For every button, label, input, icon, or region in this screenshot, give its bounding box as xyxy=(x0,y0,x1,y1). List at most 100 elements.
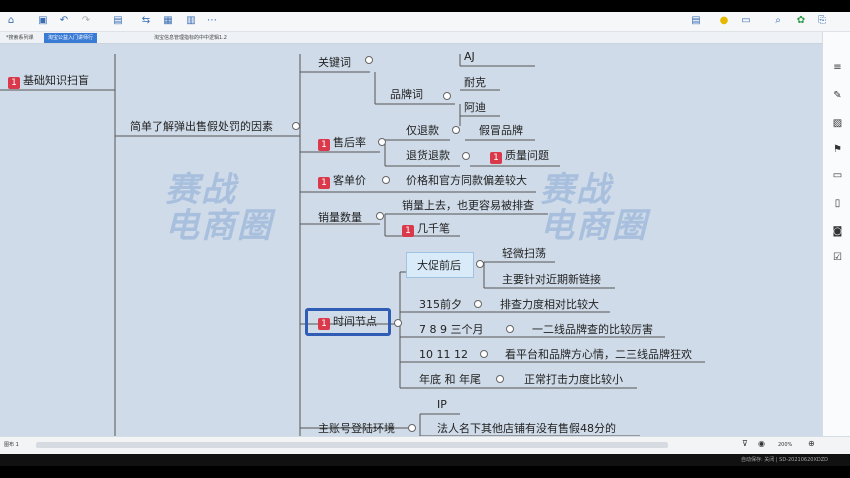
share-icon[interactable]: ✿ xyxy=(795,15,807,27)
node-big-promo[interactable]: 大促前后 xyxy=(417,259,461,273)
status-bar: 图布 1 ⊽ ◉ 200% ⊕ xyxy=(0,436,850,454)
collapse-handle[interactable] xyxy=(462,152,470,160)
export-file-icon[interactable]: ⎘ xyxy=(816,15,828,27)
node-nike[interactable]: 耐克 xyxy=(464,76,486,90)
quality-issue-label: 质量问题 xyxy=(505,149,549,162)
collapse-handle[interactable] xyxy=(376,212,384,220)
collapse-handle[interactable] xyxy=(480,350,488,358)
node-789-desc[interactable]: 一二线品牌查的比较厉害 xyxy=(532,323,653,337)
priority-badge: 1 xyxy=(490,152,502,164)
node-keyword[interactable]: 关键词 xyxy=(318,56,351,70)
node-light-sweep[interactable]: 轻微扫荡 xyxy=(502,247,546,261)
node-adidas[interactable]: 阿迪 xyxy=(464,101,486,115)
view-icon[interactable]: ◉ xyxy=(758,439,765,448)
tab-logic[interactable]: 淘宝信息管理指标的中中逻辑1.2 xyxy=(150,33,231,43)
more-icon[interactable]: ⋯ xyxy=(206,15,218,27)
node-sales-up[interactable]: 销量上去，也更容易被排查 xyxy=(402,199,534,213)
collapse-handle[interactable] xyxy=(452,126,460,134)
collapse-handle[interactable] xyxy=(474,300,482,308)
collapse-handle[interactable] xyxy=(292,122,300,130)
redo-icon[interactable]: ↷ xyxy=(80,15,92,27)
node-315[interactable]: 315前夕 xyxy=(419,298,462,312)
collapse-handle[interactable] xyxy=(394,319,402,327)
flag-icon[interactable]: ⚑ xyxy=(832,144,843,155)
task-icon[interactable]: ☑ xyxy=(832,252,843,263)
autosave-status: 自动保存: 关闭 | SD-20210620XDZD xyxy=(741,457,828,463)
collapse-handle[interactable] xyxy=(365,56,373,64)
node-price-gap[interactable]: 价格和官方同款偏差较大 xyxy=(406,174,527,188)
time-node-label: 时间节点 xyxy=(333,315,377,328)
node-new-links[interactable]: 主要针对近期新链接 xyxy=(502,273,601,287)
export-icon[interactable]: ▥ xyxy=(185,15,197,27)
style-icon[interactable]: ▤ xyxy=(690,15,702,27)
collapse-handle[interactable] xyxy=(378,138,386,146)
mindmap-canvas[interactable]: 赛战 电商圈 赛战 电商圈 1 基础知识扫盲 简单了解弹出售假处罚的因素 关键词 AJ… xyxy=(0,44,822,436)
undo-icon[interactable]: ↶ xyxy=(58,15,70,27)
collapse-handle[interactable] xyxy=(408,424,416,432)
swap-icon[interactable]: ⇆ xyxy=(140,15,152,27)
left-root-label: 基础知识扫盲 xyxy=(23,74,89,87)
node-aj[interactable]: AJ xyxy=(464,50,475,64)
node-315-desc[interactable]: 排查力度相对比较大 xyxy=(500,298,599,312)
node-ip[interactable]: IP xyxy=(437,398,447,412)
zoom-level[interactable]: 200% xyxy=(778,442,792,448)
node-after-sales[interactable]: 1 售后率 xyxy=(318,136,366,151)
toolbar: ⌂ ▣ ↶ ↷ ▤ ⇆ ▦ ▥ ⋯ ▤ ● ▭ ⌕ ✿ ⎘ xyxy=(0,12,850,32)
fit-icon[interactable]: ⊕ xyxy=(808,439,815,448)
filter-icon[interactable]: ⊽ xyxy=(742,439,748,448)
tab-bar: *搜索系列课 淘宝公益入门讲师行 淘宝信息管理指标的中中逻辑1.2 xyxy=(0,32,850,44)
right-side-panel: ≡ ✎ ▨ ⚑ ▭ ▯ ◙ ☑ xyxy=(822,32,850,436)
tab-search-series[interactable]: *搜索系列课 xyxy=(2,33,38,43)
node-return-refund[interactable]: 退货退款 xyxy=(406,149,450,163)
node-thousands[interactable]: 1 几千笔 xyxy=(402,222,450,237)
priority-badge: 1 xyxy=(318,139,330,151)
node-brand-word[interactable]: 品牌词 xyxy=(390,88,423,102)
sheet-label[interactable]: 图布 1 xyxy=(4,441,19,448)
idea-icon[interactable]: ● xyxy=(718,15,730,27)
node-789[interactable]: 7 8 9 三个月 xyxy=(419,323,484,337)
brush-icon[interactable]: ✎ xyxy=(832,90,843,101)
format-icon[interactable]: ▤ xyxy=(112,15,124,27)
node-unit-price[interactable]: 1 客单价 xyxy=(318,174,366,189)
notes-icon[interactable]: ▭ xyxy=(832,170,843,181)
center-node[interactable]: 简单了解弹出售假处罚的因素 xyxy=(130,120,273,134)
node-sales-volume[interactable]: 销量数量 xyxy=(318,211,362,225)
watermark-left: 赛战 电商圈 xyxy=(165,170,273,246)
priority-badge: 1 xyxy=(318,177,330,189)
node-yearend[interactable]: 年底 和 年尾 xyxy=(419,373,481,387)
search-icon[interactable]: ⌕ xyxy=(772,15,784,27)
left-root-node[interactable]: 1 基础知识扫盲 xyxy=(8,74,89,89)
thousands-label: 几千笔 xyxy=(417,222,450,235)
after-sales-label: 售后率 xyxy=(333,136,366,149)
node-main-account[interactable]: 主账号登陆环境 xyxy=(318,422,395,436)
node-refund-only[interactable]: 仅退款 xyxy=(406,124,439,138)
node-101112-desc[interactable]: 看平台和品牌方心情，二三线品牌狂欢 xyxy=(505,348,692,362)
collapse-handle[interactable] xyxy=(382,176,390,184)
node-quality-issue[interactable]: 1 质量问题 xyxy=(490,149,549,164)
horizontal-scrollbar[interactable] xyxy=(36,442,668,448)
image-icon[interactable]: ▦ xyxy=(162,15,174,27)
document-icon[interactable]: ▯ xyxy=(832,198,843,209)
tab-active[interactable]: 淘宝公益入门讲师行 xyxy=(44,33,98,43)
node-legal-person[interactable]: 法人名下其他店铺有没有售假48分的 xyxy=(437,422,616,436)
watermark-right: 赛战 电商圈 xyxy=(540,170,648,246)
collapse-handle[interactable] xyxy=(506,325,514,333)
priority-badge: 1 xyxy=(318,318,330,330)
connector-lines xyxy=(0,54,705,436)
image-icon[interactable]: ▨ xyxy=(832,118,843,129)
priority-badge: 1 xyxy=(402,225,414,237)
node-101112[interactable]: 10 11 12 xyxy=(419,348,468,362)
node-time-node[interactable]: 1 时间节点 xyxy=(318,315,377,330)
save-icon[interactable]: ▣ xyxy=(37,15,49,27)
home-icon[interactable]: ⌂ xyxy=(5,15,17,27)
comment-icon[interactable]: ◙ xyxy=(832,226,843,237)
node-yearend-desc[interactable]: 正常打击力度比较小 xyxy=(524,373,623,387)
menu-icon[interactable]: ≡ xyxy=(832,62,843,73)
collapse-handle[interactable] xyxy=(496,375,504,383)
priority-badge: 1 xyxy=(8,77,20,89)
collapse-handle[interactable] xyxy=(443,92,451,100)
collapse-handle[interactable] xyxy=(476,260,484,268)
taskbar-strip: 自动保存: 关闭 | SD-20210620XDZD xyxy=(0,454,850,466)
node-fake-brand[interactable]: 假冒品牌 xyxy=(479,124,523,138)
present-icon[interactable]: ▭ xyxy=(740,15,752,27)
